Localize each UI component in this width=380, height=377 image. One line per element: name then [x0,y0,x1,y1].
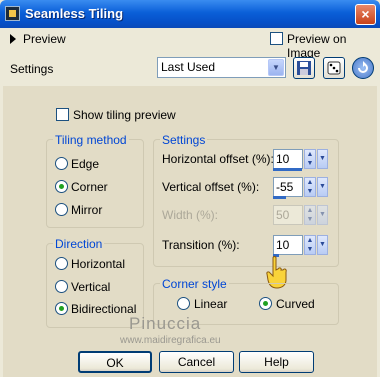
transition-input[interactable]: 10 [273,235,303,255]
horizontal-offset-spinner[interactable]: ▲ ▼ [304,149,316,169]
watermark-name: Pinuccia [129,314,202,333]
horizontal-offset-input[interactable]: 10 [273,149,303,169]
direction-title: Direction [53,237,105,251]
reset-arrow-icon [358,61,368,73]
tiling-mirror-radio[interactable] [55,203,68,216]
vertical-offset-slider[interactable] [273,196,286,199]
preset-dropdown[interactable]: Last Used ▼ [157,57,286,78]
dice-icon [327,61,341,75]
corner-curved-label: Curved [276,297,315,311]
horizontal-offset-dropdown[interactable]: ▼ [317,149,328,169]
tiling-mirror-label: Mirror [71,203,103,217]
show-tiling-preview-label: Show tiling preview [73,108,176,122]
direction-bidirectional-radio[interactable] [55,302,68,315]
corner-curved-radio[interactable] [259,297,272,310]
corner-linear-label: Linear [194,297,228,311]
preview-label[interactable]: Preview [23,32,66,46]
direction-horizontal-label: Horizontal [71,257,126,271]
preview-on-image-label: Preview on Image [287,32,347,60]
tiling-edge-radio[interactable] [55,157,68,170]
direction-vertical-label: Vertical [71,280,111,294]
transition-dropdown[interactable]: ▼ [317,235,328,255]
tiling-corner-label: Corner [71,180,108,194]
tiling-method-title: Tiling method [53,133,129,147]
corner-style-title: Corner style [160,277,229,291]
vertical-offset-spinner[interactable]: ▲ ▼ [304,177,316,197]
settings-group-title: Settings [160,133,208,147]
tiling-edge-label: Edge [71,157,100,171]
window-title: Seamless Tiling [25,6,124,21]
expand-preview-icon[interactable] [10,34,16,44]
vertical-offset-label: Vertical offset (%): [162,180,260,194]
watermark-url: www.maidiregrafica.eu [120,335,221,346]
help-button[interactable]: Help [239,351,314,373]
tiling-corner-radio[interactable] [55,180,68,193]
floppy-disk-icon [297,61,311,75]
transition-spinner[interactable]: ▲ ▼ [304,235,316,255]
direction-bidirectional-label: Bidirectional [71,302,137,316]
chevron-down-icon[interactable]: ▼ [268,59,284,76]
reset-button[interactable] [352,57,374,79]
width-input: 50 [273,205,303,225]
app-icon [5,6,20,21]
width-label: Width (%): [162,208,219,222]
preview-on-image-checkbox[interactable] [270,32,283,45]
settings-label: Settings [10,62,54,76]
width-dropdown: ▼ [317,205,328,225]
direction-horizontal-radio[interactable] [55,257,68,270]
preset-value: Last Used [161,60,216,74]
vertical-offset-dropdown[interactable]: ▼ [317,177,328,197]
show-tiling-preview-checkbox[interactable] [56,108,69,121]
transition-label: Transition (%): [162,238,240,252]
horizontal-offset-slider[interactable] [273,168,302,171]
direction-vertical-radio[interactable] [55,280,68,293]
randomize-button[interactable] [323,57,345,79]
corner-linear-radio[interactable] [177,297,190,310]
width-spinner: ▲ ▼ [304,205,316,225]
ok-button[interactable]: OK [78,351,152,373]
vertical-offset-input[interactable]: -55 [273,177,303,197]
horizontal-offset-label: Horizontal offset (%): [162,152,274,166]
close-button[interactable]: × [355,4,376,25]
title-bar: Seamless Tiling × [0,0,380,28]
save-preset-button[interactable] [293,57,315,79]
cancel-button[interactable]: Cancel [159,351,234,373]
